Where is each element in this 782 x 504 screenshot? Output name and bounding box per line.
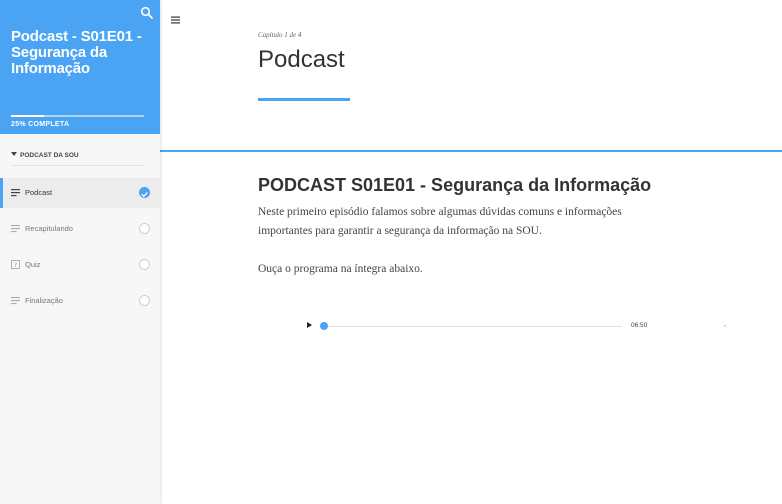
complete-check-icon xyxy=(139,187,150,198)
incomplete-circle-icon xyxy=(139,259,150,270)
progress-bar-fill xyxy=(11,115,45,117)
sidebar-item-podcast[interactable]: Podcast xyxy=(0,178,160,208)
search-button[interactable] xyxy=(140,6,154,20)
section-toggle[interactable]: PODCAST DA SOU xyxy=(11,152,144,166)
audio-duration: 06:50 xyxy=(631,322,648,329)
play-icon[interactable] xyxy=(307,322,312,328)
incomplete-circle-icon xyxy=(139,295,150,306)
text-lines-icon xyxy=(11,297,20,305)
title-underline xyxy=(258,98,350,101)
sidebar-header: Podcast - S01E01 - Segurança da Informaç… xyxy=(0,0,160,134)
section-label: PODCAST DA SOU xyxy=(20,152,79,159)
sidebar-item-label: Recapitulando xyxy=(25,224,73,233)
chapter-label: Capítulo 1 de 4 xyxy=(258,31,302,39)
sidebar: Podcast - S01E01 - Segurança da Informaç… xyxy=(0,0,160,504)
sidebar-item-finalizacao[interactable]: Finalização xyxy=(0,286,160,316)
course-title: Podcast - S01E01 - Segurança da Informaç… xyxy=(11,28,142,77)
sidebar-item-recapitulando[interactable]: Recapitulando xyxy=(0,214,160,244)
progress-label: 25% COMPLETA xyxy=(11,121,70,128)
audio-seek-bar[interactable] xyxy=(322,326,622,327)
paragraph-intro: Neste primeiro episódio falamos sobre al… xyxy=(258,206,622,237)
main-content: Capítulo 1 de 4 Podcast PODCAST S01E01 -… xyxy=(160,0,782,504)
page-title: Podcast xyxy=(258,46,345,73)
sidebar-item-quiz[interactable]: ? Quiz xyxy=(0,250,160,280)
sidebar-item-label: Quiz xyxy=(25,260,41,269)
progress-bar xyxy=(11,115,144,117)
divider xyxy=(160,150,782,152)
quiz-icon: ? xyxy=(11,260,20,269)
svg-text:?: ? xyxy=(14,261,17,269)
search-icon xyxy=(140,6,153,19)
sidebar-item-label: Finalização xyxy=(25,296,63,305)
audio-seek-handle[interactable] xyxy=(320,322,328,330)
volume-icon[interactable] xyxy=(724,325,726,327)
menu-button[interactable] xyxy=(171,11,180,24)
section-title: PODCAST S01E01 - Segurança da Informação xyxy=(258,175,652,195)
incomplete-circle-icon xyxy=(139,223,150,234)
paragraph-listen: Ouça o programa na íntegra abaixo. xyxy=(258,263,423,275)
text-lines-icon xyxy=(11,189,20,197)
caret-down-icon xyxy=(11,152,17,156)
text-lines-icon xyxy=(11,225,20,233)
sidebar-item-label: Podcast xyxy=(25,188,53,197)
hamburger-icon xyxy=(171,16,180,24)
audio-player: 06:50 xyxy=(307,318,727,334)
